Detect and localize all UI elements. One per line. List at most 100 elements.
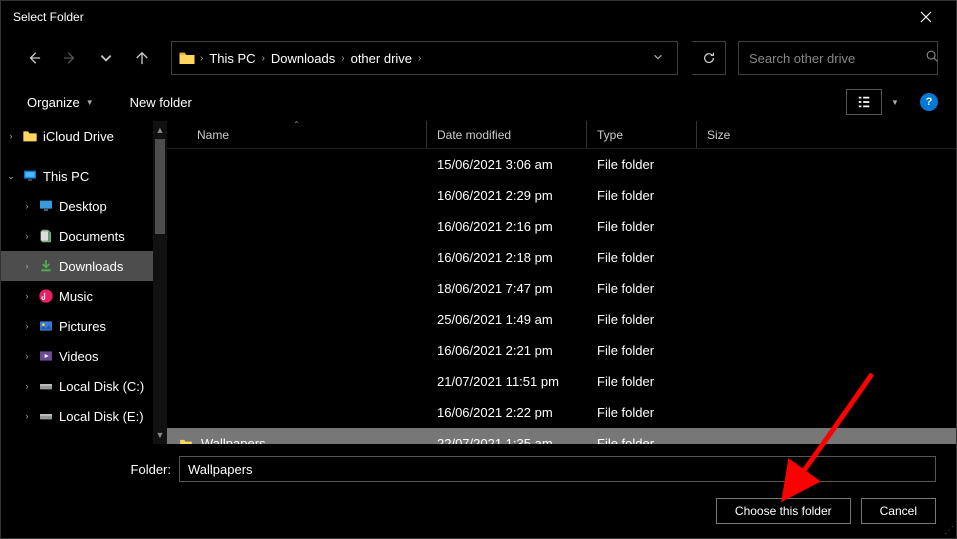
choose-folder-button[interactable]: Choose this folder (716, 498, 851, 524)
columns-header: Name ⌃ Date modified Type Size (167, 121, 956, 149)
folder-input-row: Folder: (21, 456, 936, 482)
file-date: 15/06/2021 3:06 am (427, 157, 587, 172)
folder-icon (177, 435, 195, 445)
file-row[interactable]: 25/06/2021 1:49 amFile folder (167, 304, 956, 335)
column-type[interactable]: Type (587, 121, 697, 148)
file-date: 18/06/2021 7:47 pm (427, 281, 587, 296)
file-type: File folder (587, 405, 697, 420)
scrollbar-thumb[interactable] (155, 139, 165, 234)
sidebar-item-this-pc[interactable]: ⌄This PC (1, 161, 167, 191)
file-type: File folder (587, 250, 697, 265)
window-title: Select Folder (13, 10, 84, 24)
chevron-right-icon: › (21, 351, 33, 361)
chevron-right-icon: › (21, 381, 33, 391)
file-type: File folder (587, 281, 697, 296)
scroll-up-icon[interactable]: ▲ (153, 123, 167, 137)
sidebar-item-label: Local Disk (E:) (59, 409, 144, 424)
cancel-button[interactable]: Cancel (861, 498, 936, 524)
titlebar: Select Folder (1, 1, 956, 33)
close-button[interactable] (908, 3, 944, 31)
file-date: 25/06/2021 1:49 am (427, 312, 587, 327)
breadcrumb-item[interactable]: Downloads (265, 51, 341, 66)
file-type: File folder (587, 188, 697, 203)
folder-icon (176, 47, 198, 69)
file-date: 21/07/2021 11:51 pm (427, 374, 587, 389)
sidebar-item-label: iCloud Drive (43, 129, 114, 144)
pictures-icon (37, 317, 55, 335)
sidebar-item-icloud-drive[interactable]: › iCloud Drive (1, 121, 167, 151)
list-view-icon (856, 95, 872, 109)
breadcrumb-item[interactable]: other drive (345, 51, 418, 66)
new-folder-button[interactable]: New folder (122, 91, 200, 114)
breadcrumb-item[interactable]: This PC (203, 51, 261, 66)
sidebar-item-videos[interactable]: › Videos (1, 341, 167, 371)
recent-dropdown[interactable] (91, 43, 121, 73)
file-row[interactable]: 18/06/2021 7:47 pmFile folder (167, 273, 956, 304)
file-row[interactable]: 15/06/2021 3:06 amFile folder (167, 149, 956, 180)
resize-grip-icon[interactable]: ⋰ (944, 525, 954, 536)
breadcrumb-dropdown[interactable] (643, 49, 673, 67)
view-button[interactable] (846, 89, 882, 115)
back-button[interactable] (19, 43, 49, 73)
file-row[interactable]: 16/06/2021 2:22 pmFile folder (167, 397, 956, 428)
downloads-icon (37, 257, 55, 275)
file-row[interactable]: 21/07/2021 11:51 pmFile folder (167, 366, 956, 397)
chevron-down-icon (653, 52, 663, 62)
chevron-right-icon: › (5, 131, 17, 141)
chevron-down-icon (99, 51, 113, 65)
sidebar-item-label: Videos (59, 349, 99, 364)
file-type: File folder (587, 374, 697, 389)
file-name: Wallpapers (201, 436, 266, 444)
file-row[interactable]: 16/06/2021 2:21 pmFile folder (167, 335, 956, 366)
refresh-button[interactable] (692, 41, 726, 75)
help-button[interactable]: ? (920, 93, 938, 111)
column-date[interactable]: Date modified (427, 121, 587, 148)
sidebar-item-downloads[interactable]: ›Downloads (1, 251, 167, 281)
column-size[interactable]: Size (697, 121, 777, 148)
file-type: File folder (587, 343, 697, 358)
sidebar-scrollbar[interactable]: ▲ ▼ (153, 121, 167, 444)
documents-icon (37, 227, 55, 245)
folder-yellow-icon (21, 127, 39, 145)
search-input[interactable] (749, 51, 925, 66)
sidebar-item-documents[interactable]: ›Documents (1, 221, 167, 251)
arrow-right-icon (63, 51, 77, 65)
sidebar-item-music[interactable]: ›Music (1, 281, 167, 311)
new-folder-label: New folder (130, 95, 192, 110)
view-dropdown[interactable]: ▼ (886, 89, 904, 115)
close-icon (920, 11, 932, 23)
file-row[interactable]: 16/06/2021 2:29 pmFile folder (167, 180, 956, 211)
organize-button[interactable]: Organize ▼ (19, 91, 102, 114)
file-row[interactable]: Wallpapers22/07/2021 1:35 amFile folder (167, 428, 956, 444)
main-area: ›iCloud Drive⌄This PC›Desktop›Documents›… (1, 121, 956, 444)
refresh-icon (702, 51, 716, 65)
sidebar-item-local-disk-e-[interactable]: ›Local Disk (E:) (1, 401, 167, 431)
forward-button[interactable] (55, 43, 85, 73)
file-date: 16/06/2021 2:18 pm (427, 250, 587, 265)
search-bar[interactable] (738, 41, 938, 75)
file-date: 16/06/2021 2:29 pm (427, 188, 587, 203)
toolbar: Organize ▼ New folder ▼ ? (1, 83, 956, 121)
column-name[interactable]: Name ⌃ (167, 121, 427, 148)
file-date: 16/06/2021 2:16 pm (427, 219, 587, 234)
chevron-down-icon: ⌄ (5, 171, 17, 182)
sidebar-item-pictures[interactable]: ›Pictures (1, 311, 167, 341)
arrow-up-icon (135, 51, 149, 65)
file-type: File folder (587, 436, 697, 444)
file-list: 15/06/2021 3:06 amFile folder16/06/2021 … (167, 149, 956, 444)
file-row[interactable]: 16/06/2021 2:16 pmFile folder (167, 211, 956, 242)
caret-down-icon: ▼ (86, 98, 94, 107)
breadcrumb[interactable]: › This PC › Downloads › other drive › (171, 41, 678, 75)
sidebar-item-label: Documents (59, 229, 125, 244)
sidebar-item-label: Local Disk (C:) (59, 379, 144, 394)
folder-label: Folder: (21, 462, 171, 477)
up-button[interactable] (127, 43, 157, 73)
sidebar-item-desktop[interactable]: ›Desktop (1, 191, 167, 221)
file-row[interactable]: 16/06/2021 2:18 pmFile folder (167, 242, 956, 273)
select-folder-dialog: Select Folder › This PC › Downloads › ot (0, 0, 957, 539)
folder-input[interactable] (179, 456, 936, 482)
navigation-bar: › This PC › Downloads › other drive › (1, 33, 956, 83)
scroll-down-icon[interactable]: ▼ (153, 428, 167, 442)
file-type: File folder (587, 219, 697, 234)
sidebar-item-local-disk-c-[interactable]: › Local Disk (C:) (1, 371, 167, 401)
